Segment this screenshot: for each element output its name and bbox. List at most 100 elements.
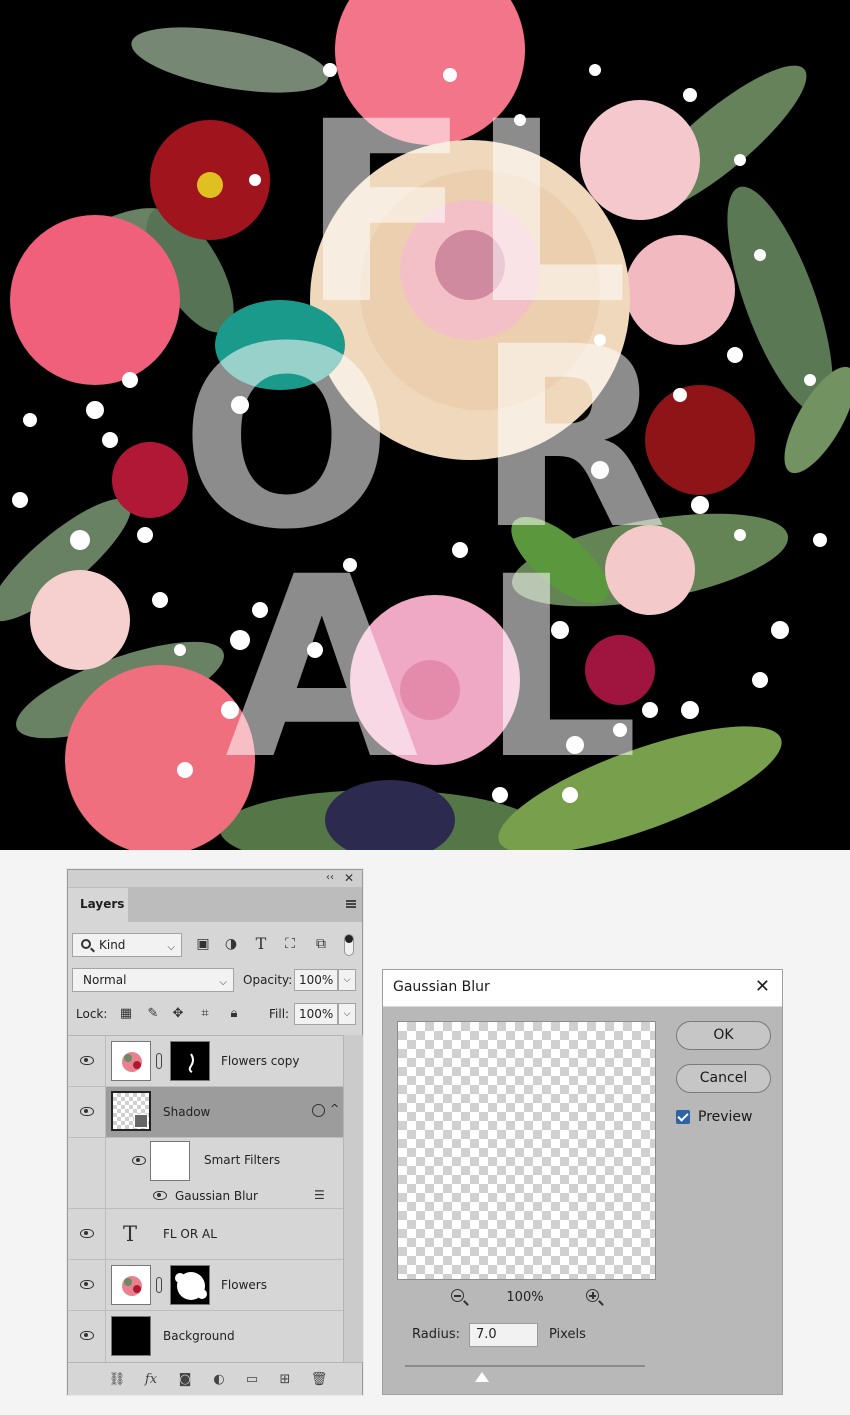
lock-label: Lock: — [76, 1007, 108, 1021]
layer-flowers[interactable]: Flowers — [68, 1260, 343, 1311]
preview-checkbox[interactable] — [676, 1110, 690, 1124]
add-mask-icon[interactable]: ◙ — [176, 1371, 194, 1389]
layer-name: Shadow — [163, 1105, 211, 1119]
visibility-eye-icon[interactable] — [80, 1107, 94, 1116]
layer-flowers-copy[interactable]: Flowers copy — [68, 1036, 343, 1087]
visibility-eye-icon[interactable] — [153, 1191, 167, 1200]
zoom-level: 100% — [506, 1290, 544, 1305]
panel-header: ‹‹ ✕ — [68, 870, 362, 888]
new-layer-icon[interactable]: ⊞ — [276, 1371, 294, 1389]
gaussian-blur-filter-row[interactable]: Gaussian Blur ☰ — [68, 1183, 343, 1209]
blend-mode-value: Normal — [83, 973, 127, 987]
filter-toggle[interactable] — [344, 934, 354, 956]
filter-row: Kind ⌵ ▣ ◑ T ⛶ ⧉ — [72, 933, 360, 957]
layers-panel: ‹‹ ✕ Layers Kind ⌵ ▣ ◑ T ⛶ ⧉ Normal ⌵ Op… — [67, 869, 363, 1395]
gaussian-blur-dialog: Gaussian Blur ✕ 100% Radius: 7.0 Pixels … — [382, 969, 783, 1395]
filter-mask-thumbnail[interactable] — [150, 1141, 190, 1181]
fill-label: Fill: — [269, 1007, 290, 1021]
dialog-title-bar: Gaussian Blur ✕ — [383, 970, 782, 1007]
filter-shape-icon[interactable]: ⛶ — [281, 935, 299, 953]
zoom-in-icon[interactable] — [585, 1288, 605, 1308]
radius-slider-track[interactable] — [405, 1365, 645, 1367]
filter-preview-area[interactable] — [397, 1021, 656, 1280]
radius-input[interactable]: 7.0 — [469, 1323, 538, 1347]
layer-mask-thumbnail[interactable] — [170, 1265, 210, 1305]
panel-menu-icon[interactable] — [346, 900, 356, 908]
fx-effects-icon[interactable]: fx — [142, 1371, 160, 1389]
layer-name: Background — [163, 1329, 235, 1343]
filter-kind-value: Kind — [99, 938, 126, 952]
filter-adjustment-icon[interactable]: ◑ — [222, 935, 240, 953]
radius-slider-thumb[interactable] — [475, 1372, 489, 1382]
layers-bottom-toolbar: ⛓ fx ◙ ◐ ▭ ⊞ 🗑︎ — [68, 1362, 362, 1395]
fill-input[interactable]: 100% — [294, 1003, 338, 1025]
layer-shadow[interactable]: Shadow ^ — [68, 1087, 343, 1138]
layer-list-scrollbar[interactable] — [343, 1035, 363, 1362]
layer-thumbnail — [111, 1316, 151, 1356]
link-chain-icon[interactable] — [156, 1053, 162, 1069]
fill-dropdown[interactable]: ⌵ — [338, 1003, 356, 1025]
smart-filters-row[interactable]: Smart Filters — [68, 1138, 343, 1183]
lock-row: Lock: ▦ ✎ ✥ ⌗ 🔒︎ Fill: 100% ⌵ — [72, 1002, 360, 1026]
opacity-dropdown[interactable]: ⌵ — [338, 969, 356, 991]
layer-thumbnail — [111, 1091, 151, 1131]
smart-object-badge-icon — [134, 1114, 148, 1128]
chevron-down-icon: ⌵ — [219, 977, 227, 988]
new-group-folder-icon[interactable]: ▭ — [243, 1371, 261, 1389]
visibility-eye-icon[interactable] — [80, 1280, 94, 1289]
layer-background[interactable]: Background — [68, 1311, 343, 1362]
layer-thumbnail — [111, 1041, 151, 1081]
layer-name: Flowers copy — [221, 1054, 300, 1068]
visibility-eye-icon[interactable] — [132, 1156, 146, 1165]
layer-name: Gaussian Blur — [175, 1189, 258, 1203]
layer-mask-thumbnail[interactable] — [170, 1041, 210, 1081]
link-chain-icon[interactable] — [156, 1277, 162, 1293]
artwork-canvas: F L O R A L — [0, 0, 850, 850]
filter-smart-object-icon[interactable]: ⧉ — [312, 935, 330, 953]
layer-name: Smart Filters — [204, 1153, 281, 1167]
visibility-eye-icon[interactable] — [80, 1056, 94, 1065]
tab-layers[interactable]: Layers — [68, 888, 128, 922]
layer-name: FL OR AL — [163, 1227, 217, 1241]
preview-label: Preview — [698, 1109, 753, 1125]
adjustment-layer-icon[interactable]: ◐ — [210, 1371, 228, 1389]
visibility-eye-icon[interactable] — [80, 1229, 94, 1238]
layer-thumbnail — [111, 1265, 151, 1305]
filter-pixel-icon[interactable]: ▣ — [194, 935, 212, 953]
lock-position-move-icon[interactable]: ✥ — [169, 1005, 187, 1023]
letter-a: A — [225, 523, 418, 814]
layer-name: Flowers — [221, 1278, 267, 1292]
smart-filter-badge-icon — [312, 1104, 325, 1117]
letter-l-2: L — [480, 523, 639, 814]
bouquet-thumbnail-icon — [122, 1052, 142, 1072]
opacity-label: Opacity: — [243, 973, 293, 987]
radius-unit: Pixels — [549, 1327, 586, 1342]
filter-type-icon[interactable]: T — [252, 935, 270, 953]
dialog-title: Gaussian Blur — [393, 979, 490, 995]
mask-shape-icon — [175, 1272, 207, 1300]
lock-artboard-icon[interactable]: ⌗ — [196, 1005, 214, 1023]
layer-text-fl-or-al[interactable]: T FL OR AL — [68, 1209, 343, 1260]
filter-kind-select[interactable]: Kind ⌵ — [72, 933, 182, 957]
text-layer-icon: T — [123, 1222, 138, 1246]
radius-label: Radius: — [412, 1327, 460, 1342]
trash-icon[interactable]: 🗑︎ — [310, 1371, 328, 1389]
ok-button[interactable]: OK — [676, 1021, 771, 1050]
bouquet-thumbnail-icon — [122, 1276, 142, 1296]
blend-mode-select[interactable]: Normal ⌵ — [72, 968, 234, 992]
opacity-input[interactable]: 100% — [294, 969, 338, 991]
lock-paint-brush-icon[interactable]: ✎ — [144, 1005, 162, 1023]
filter-options-icon[interactable]: ☰ — [314, 1188, 325, 1202]
lock-transparent-icon[interactable]: ▦ — [117, 1005, 135, 1023]
chevron-down-icon: ⌵ — [167, 942, 175, 953]
lock-all-icon[interactable]: 🔒︎ — [225, 1005, 243, 1023]
close-panel-icon[interactable]: ✕ — [344, 871, 354, 885]
collapse-panel-icon[interactable]: ‹‹ — [326, 872, 334, 883]
zoom-out-icon[interactable] — [450, 1288, 470, 1308]
collapse-effects-icon[interactable]: ^ — [330, 1102, 339, 1115]
link-layers-icon[interactable]: ⛓ — [108, 1371, 126, 1389]
close-icon[interactable]: ✕ — [755, 976, 770, 997]
cancel-button[interactable]: Cancel — [676, 1064, 771, 1093]
visibility-eye-icon[interactable] — [80, 1331, 94, 1340]
floral-artwork: F L O R A L — [0, 0, 850, 850]
